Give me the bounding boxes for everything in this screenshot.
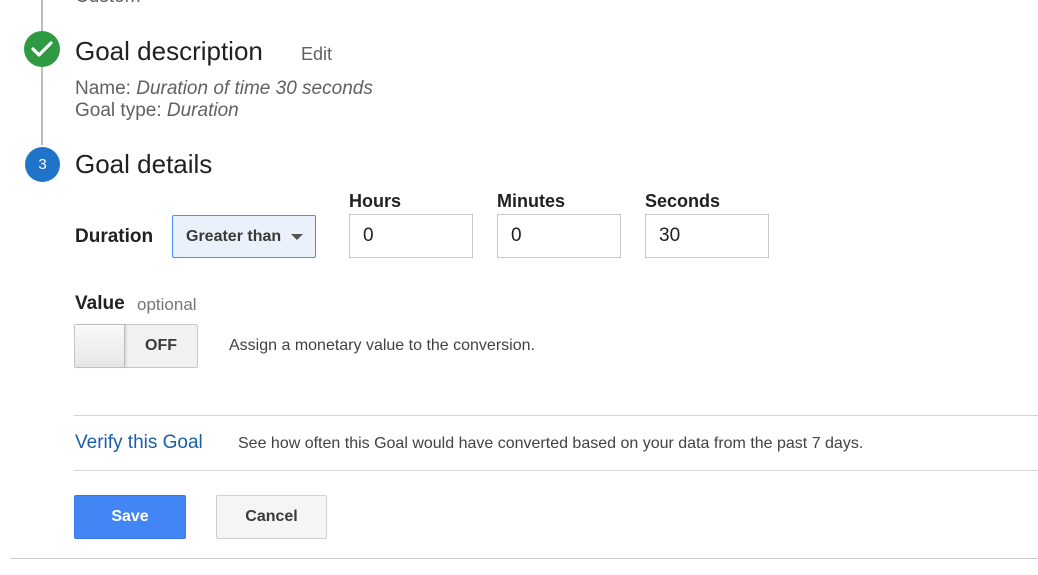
edit-goal-description-link[interactable]: Edit <box>301 44 332 65</box>
goal-setup-page: Custom Goal description Edit Name: Durat… <box>0 0 1038 575</box>
goal-name-summary: Name: Duration of time 30 seconds <box>75 78 373 100</box>
hours-input-value: 0 <box>363 225 374 246</box>
step-number-badge: 3 <box>25 147 60 182</box>
goal-type-summary: Goal type: Duration <box>75 100 239 122</box>
seconds-input[interactable]: 30 <box>645 214 769 258</box>
verify-goal-description: See how often this Goal would have conve… <box>238 435 864 452</box>
divider-bottom <box>10 558 1038 559</box>
goal-type-value: Duration <box>166 100 239 121</box>
minutes-label: Minutes <box>497 191 566 211</box>
duration-condition-value: Greater than <box>186 227 282 245</box>
save-button[interactable]: Save <box>74 495 186 539</box>
step-complete-check-icon <box>24 31 60 67</box>
goal-type-label: Goal type: <box>75 100 167 121</box>
seconds-label: Seconds <box>645 191 721 211</box>
goal-details-title: Goal details <box>75 149 213 179</box>
goal-description-title: Goal description <box>75 36 263 66</box>
stepper-line <box>41 0 43 145</box>
value-toggle[interactable]: OFF <box>74 324 198 368</box>
divider-top <box>74 415 1038 416</box>
goal-name-value: Duration of time 30 seconds <box>136 78 373 99</box>
duration-label: Duration <box>75 226 154 247</box>
previous-step-value: Custom <box>75 0 140 8</box>
divider-middle <box>74 470 1038 471</box>
toggle-knob <box>75 325 125 367</box>
hours-label: Hours <box>349 191 402 211</box>
goal-name-label: Name: <box>75 78 137 99</box>
duration-condition-select[interactable]: Greater than <box>172 215 316 258</box>
cancel-button[interactable]: Cancel <box>216 495 327 539</box>
seconds-input-value: 30 <box>659 225 681 246</box>
caret-down-icon <box>291 233 304 240</box>
verify-goal-link[interactable]: Verify this Goal <box>75 432 203 454</box>
minutes-input-value: 0 <box>511 225 522 246</box>
checkmark-icon <box>31 41 53 57</box>
value-optional-label: optional <box>137 295 197 314</box>
value-label: Value <box>75 293 125 314</box>
minutes-input[interactable]: 0 <box>497 214 621 258</box>
hours-input[interactable]: 0 <box>349 214 473 258</box>
toggle-state-label: OFF <box>145 337 177 354</box>
value-description: Assign a monetary value to the conversio… <box>229 337 535 354</box>
